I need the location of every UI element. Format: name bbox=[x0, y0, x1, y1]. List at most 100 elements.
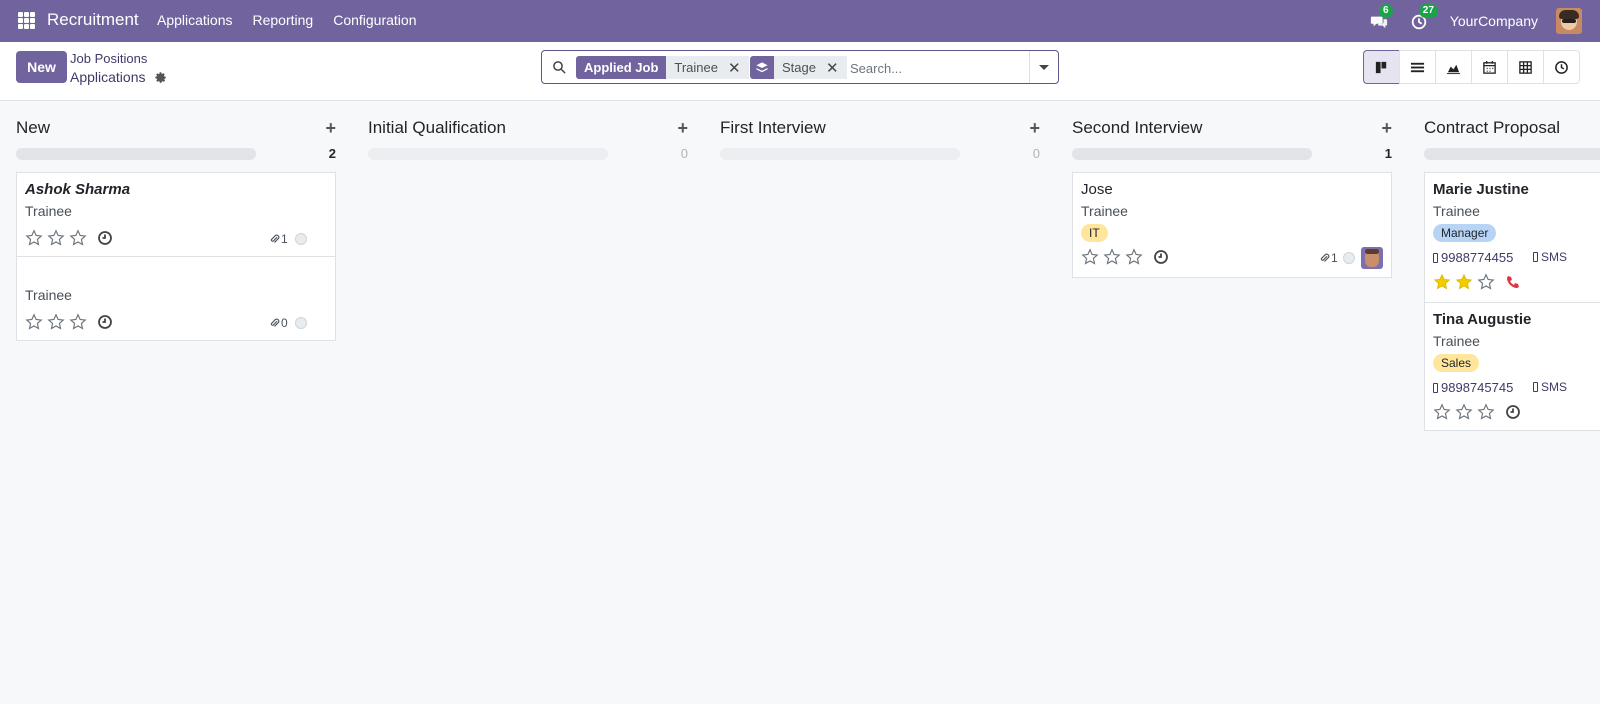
facet-applied-job-value: Trainee bbox=[674, 60, 718, 75]
table-icon bbox=[1519, 60, 1532, 74]
star-empty-icon[interactable] bbox=[1455, 403, 1473, 421]
priority-stars[interactable] bbox=[25, 229, 113, 247]
applicant-card[interactable]: Tina Augustie Trainee Sales 9898745745 S… bbox=[1424, 302, 1600, 431]
column-count: 1 bbox=[1384, 146, 1392, 161]
quick-create-plus-icon[interactable]: + bbox=[677, 118, 688, 139]
column-title[interactable]: First Interview bbox=[720, 118, 826, 137]
calendar-view-button[interactable] bbox=[1471, 50, 1508, 84]
attachment-count[interactable]: 1 bbox=[269, 232, 288, 246]
activity-view-button[interactable] bbox=[1543, 50, 1580, 84]
column-progress-bar[interactable] bbox=[720, 148, 960, 160]
calendar-icon bbox=[1483, 60, 1496, 74]
star-empty-icon[interactable] bbox=[1477, 273, 1495, 291]
star-filled-icon[interactable] bbox=[1433, 273, 1451, 291]
priority-stars[interactable] bbox=[1081, 248, 1169, 266]
facet-applied-job: Applied Job Trainee ✕ bbox=[576, 56, 749, 79]
apps-menu-icon[interactable] bbox=[18, 12, 35, 29]
star-empty-icon[interactable] bbox=[69, 229, 87, 247]
column-progress-bar[interactable] bbox=[16, 148, 256, 160]
column-title[interactable]: Initial Qualification bbox=[368, 118, 506, 137]
applicant-name: Ashok Sharma bbox=[25, 181, 131, 198]
applicant-card[interactable]: Marie Justine Trainee Manager 9988774455… bbox=[1424, 172, 1600, 303]
star-empty-icon[interactable] bbox=[47, 313, 65, 331]
star-empty-icon[interactable] bbox=[1477, 403, 1495, 421]
gear-icon[interactable] bbox=[154, 71, 167, 84]
star-empty-icon[interactable] bbox=[1125, 248, 1143, 266]
attachment-count[interactable]: 0 bbox=[269, 316, 288, 330]
applicant-card[interactable]: Trainee 0 bbox=[16, 256, 336, 341]
star-empty-icon[interactable] bbox=[1081, 248, 1099, 266]
priority-stars[interactable] bbox=[1433, 273, 1521, 291]
facet-remove-icon[interactable]: ✕ bbox=[728, 59, 741, 77]
kanban-icon bbox=[1375, 61, 1387, 73]
column-count: 0 bbox=[1032, 146, 1040, 161]
kanban-state-dot[interactable] bbox=[1343, 252, 1355, 264]
column-title[interactable]: Contract Proposal bbox=[1424, 118, 1560, 137]
messages-icon[interactable]: 6 bbox=[1370, 4, 1393, 32]
menu-reporting[interactable]: Reporting bbox=[253, 12, 314, 28]
attachment-count[interactable]: 1 bbox=[1319, 251, 1338, 265]
priority-stars[interactable] bbox=[1433, 403, 1521, 421]
star-empty-icon[interactable] bbox=[69, 313, 87, 331]
paperclip-icon bbox=[270, 318, 280, 327]
column-title[interactable]: Second Interview bbox=[1072, 118, 1202, 137]
phone-link[interactable]: 9988774455 bbox=[1433, 250, 1513, 265]
breadcrumb-job-positions[interactable]: Job Positions bbox=[70, 51, 147, 66]
applicant-card[interactable]: Ashok Sharma Trainee 1 bbox=[16, 172, 336, 257]
star-filled-icon[interactable] bbox=[1455, 273, 1473, 291]
facet-stage-value: Stage bbox=[782, 60, 816, 75]
quick-create-plus-icon[interactable]: + bbox=[1381, 118, 1392, 139]
star-empty-icon[interactable] bbox=[25, 313, 43, 331]
column-progress-bar[interactable] bbox=[1424, 148, 1600, 160]
area-chart-icon bbox=[1446, 64, 1461, 74]
assigned-user-avatar[interactable] bbox=[1361, 247, 1383, 269]
search-icon bbox=[553, 61, 566, 74]
breadcrumb-applications: Applications bbox=[70, 69, 146, 85]
phone-call-activity-icon[interactable] bbox=[1505, 274, 1521, 290]
facet-remove-icon[interactable]: ✕ bbox=[826, 59, 839, 77]
menu-configuration[interactable]: Configuration bbox=[333, 12, 416, 28]
paperclip-icon bbox=[270, 234, 280, 243]
column-progress-bar[interactable] bbox=[1072, 148, 1312, 160]
activity-clock-icon[interactable] bbox=[97, 314, 113, 330]
mobile-phone-icon bbox=[1433, 252, 1438, 263]
search-bar: Applied Job Trainee ✕ Stage ✕ bbox=[541, 50, 1059, 84]
company-switcher[interactable]: YourCompany bbox=[1450, 13, 1538, 29]
list-view-button[interactable] bbox=[1399, 50, 1436, 84]
activity-clock-icon[interactable] bbox=[1505, 404, 1521, 420]
star-empty-icon[interactable] bbox=[1103, 248, 1121, 266]
column-count: 0 bbox=[680, 146, 688, 161]
user-avatar[interactable] bbox=[1556, 8, 1582, 34]
search-options-toggle[interactable] bbox=[1029, 51, 1058, 83]
activity-clock-icon[interactable] bbox=[1153, 249, 1169, 265]
new-button[interactable]: New bbox=[16, 51, 67, 83]
quick-create-plus-icon[interactable]: + bbox=[1029, 118, 1040, 139]
quick-create-plus-icon[interactable]: + bbox=[325, 118, 336, 139]
applicant-card[interactable]: Jose Trainee IT 1 bbox=[1072, 172, 1392, 278]
breadcrumb-current: Applications bbox=[70, 69, 167, 85]
sms-button[interactable]: SMS bbox=[1533, 250, 1567, 264]
menu-applications[interactable]: Applications bbox=[157, 12, 233, 28]
kanban-view-button[interactable] bbox=[1363, 50, 1400, 84]
kanban-state-dot[interactable] bbox=[295, 317, 307, 329]
search-input[interactable] bbox=[850, 57, 1020, 79]
app-title[interactable]: Recruitment bbox=[47, 10, 139, 30]
column-title[interactable]: New bbox=[16, 118, 50, 137]
pivot-view-button[interactable] bbox=[1507, 50, 1544, 84]
sms-button[interactable]: SMS bbox=[1533, 380, 1567, 394]
star-empty-icon[interactable] bbox=[1433, 403, 1451, 421]
phone-link[interactable]: 9898745745 bbox=[1433, 380, 1513, 395]
star-empty-icon[interactable] bbox=[25, 229, 43, 247]
activities-clock-icon[interactable]: 27 bbox=[1410, 4, 1438, 32]
applicant-job: Trainee bbox=[25, 287, 72, 303]
applicant-name: Marie Justine bbox=[1433, 181, 1529, 198]
priority-stars[interactable] bbox=[25, 313, 113, 331]
activity-clock-icon[interactable] bbox=[97, 230, 113, 246]
mobile-phone-icon bbox=[1433, 382, 1438, 393]
graph-view-button[interactable] bbox=[1435, 50, 1472, 84]
mobile-phone-icon bbox=[1533, 382, 1538, 392]
kanban-state-dot[interactable] bbox=[295, 233, 307, 245]
applicant-name: Tina Augustie bbox=[1433, 311, 1532, 328]
star-empty-icon[interactable] bbox=[47, 229, 65, 247]
column-progress-bar[interactable] bbox=[368, 148, 608, 160]
